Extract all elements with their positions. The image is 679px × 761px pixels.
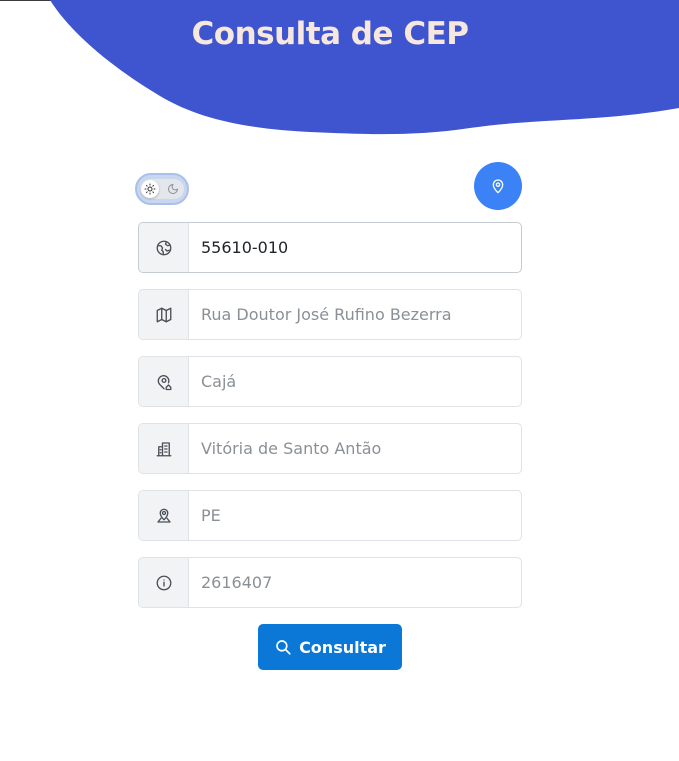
neighborhood-input[interactable] — [189, 357, 521, 406]
street-field — [138, 289, 522, 340]
ibge-field — [138, 557, 522, 608]
cep-addon — [139, 223, 189, 272]
neighborhood-field — [138, 356, 522, 407]
street-addon — [139, 290, 189, 339]
moon-icon — [168, 184, 178, 194]
consult-button[interactable]: Consultar — [258, 624, 402, 670]
globe-icon — [156, 240, 171, 255]
city-addon — [139, 424, 189, 473]
map-pin-icon — [492, 179, 504, 194]
state-field — [138, 490, 522, 541]
map-pin-user-icon — [156, 508, 171, 523]
neighborhood-addon — [139, 357, 189, 406]
page-title: Consulta de CEP — [191, 16, 469, 52]
street-input[interactable] — [189, 290, 521, 339]
map-icon — [156, 307, 171, 322]
ibge-input[interactable] — [189, 558, 521, 607]
page: Consulta de CEP 55610-010 Rua Doutor Jos… — [0, 0, 679, 761]
state-input[interactable] — [189, 491, 521, 540]
cep-field — [138, 222, 522, 273]
toggle-knob — [141, 180, 159, 198]
map-pin-home-icon — [157, 374, 171, 390]
state-addon — [139, 491, 189, 540]
search-icon — [276, 640, 291, 655]
building-icon — [156, 441, 171, 456]
cep-input[interactable] — [189, 223, 521, 272]
city-field — [138, 423, 522, 474]
sun-icon — [144, 183, 156, 195]
info-icon — [156, 575, 171, 590]
locate-button[interactable] — [474, 162, 522, 210]
consult-button-label: Consultar — [299, 637, 386, 657]
toggle-track — [140, 179, 184, 199]
ibge-addon — [139, 558, 189, 607]
city-input[interactable] — [189, 424, 521, 473]
theme-toggle[interactable] — [135, 173, 189, 205]
